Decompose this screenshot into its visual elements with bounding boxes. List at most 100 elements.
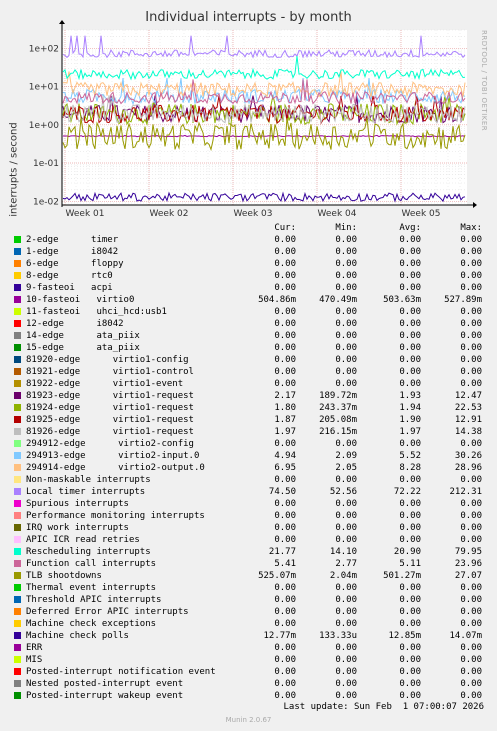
legend-min-value: 216.15m <box>319 427 357 437</box>
legend-series-name: 6-edge floppy <box>26 259 124 269</box>
legend-min-value: 0.00 <box>335 331 357 341</box>
legend-max-value: 0.00 <box>460 235 482 245</box>
legend-swatch <box>14 296 21 303</box>
legend-max-value: 0.00 <box>460 475 482 485</box>
legend-header: Cur: Min: Avg: Max: <box>0 222 497 234</box>
legend-swatch <box>14 656 21 663</box>
legend-max-value: 0.00 <box>460 307 482 317</box>
legend-min-value: 0.00 <box>335 679 357 689</box>
legend-series-name: Nested posted-interrupt event <box>26 679 184 689</box>
legend-min-value: 0.00 <box>335 259 357 269</box>
legend-row: ERR 0.00 0.00 0.00 0.00 <box>0 642 497 654</box>
legend-row: APIC ICR read retries 0.00 0.00 0.00 0.00 <box>0 534 497 546</box>
legend-series-name: 2-edge timer <box>26 235 119 245</box>
legend-cur-value: 4.94 <box>274 451 296 461</box>
legend-row: 81921-edge virtio1-control 0.00 0.00 0.00 0.… <box>0 366 497 378</box>
last-update: Last update: Sun Feb 1 07:00:07 2026 <box>283 702 484 712</box>
legend-series-name: Machine check polls <box>26 631 129 641</box>
y-tick-label: 1e+02 <box>29 44 59 54</box>
legend-max-value: 0.00 <box>460 283 482 293</box>
legend-cur-value: 6.95 <box>274 463 296 473</box>
legend-avg-value: 8.28 <box>399 463 421 473</box>
legend-series-name: Spurious interrupts <box>26 499 129 509</box>
legend-series-name: MIS <box>26 655 43 665</box>
legend-avg-value: 12.85m <box>388 631 421 641</box>
legend-min-value: 2.04m <box>329 571 357 581</box>
legend-min-value: 0.00 <box>335 355 357 365</box>
legend-min-value: 2.09 <box>335 451 357 461</box>
legend-series-name: 15-edge ata_piix <box>26 343 140 353</box>
legend-max-value: 0.00 <box>460 679 482 689</box>
legend-row: 9-fasteoi acpi 0.00 0.00 0.00 0.00 <box>0 282 497 294</box>
x-tick-label: Week 01 <box>66 209 105 219</box>
legend-min-value: 0.00 <box>335 583 357 593</box>
legend-max-value: 0.00 <box>460 607 482 617</box>
legend-avg-value: 0.00 <box>399 691 421 701</box>
y-tick-label: 1e+01 <box>29 83 59 93</box>
legend-avg-value: 0.00 <box>399 607 421 617</box>
legend-min-value: 0.00 <box>335 691 357 701</box>
legend-swatch <box>14 284 21 291</box>
legend-row: Nested posted-interrupt event 0.00 0.00 0.0… <box>0 678 497 690</box>
legend-series-name: 294914-edge virtio2-output.0 <box>26 463 205 473</box>
y-tick-label: 1e+00 <box>29 121 60 131</box>
legend-avg-value: 501.27m <box>383 571 421 581</box>
legend-series-name: Rescheduling interrupts <box>26 547 151 557</box>
legend-cur-value: 0.00 <box>274 355 296 365</box>
legend-cur-value: 74.50 <box>268 487 296 497</box>
legend-row: MIS 0.00 0.00 0.00 0.00 <box>0 654 497 666</box>
legend-series-name: TLB shootdowns <box>26 571 102 581</box>
legend-row: 294913-edge virtio2-input.0 4.94 2.09 5.52 3… <box>0 450 497 462</box>
legend-series-name: 12-edge i8042 <box>26 319 124 329</box>
legend-avg-value: 0.00 <box>399 595 421 605</box>
legend-cur-value: 525.07m <box>258 571 296 581</box>
legend-swatch <box>14 680 21 687</box>
legend-max-value: 79.95 <box>454 547 482 557</box>
legend-swatch <box>14 248 21 255</box>
legend-row: Threshold APIC interrupts 0.00 0.00 0.00 0.0… <box>0 594 497 606</box>
legend-series-name: 81921-edge virtio1-control <box>26 367 194 377</box>
legend-series-name: 81924-edge virtio1-request <box>26 403 194 413</box>
legend-swatch <box>14 236 21 243</box>
legend-avg-value: 0.00 <box>399 439 421 449</box>
legend-max-value: 0.00 <box>460 367 482 377</box>
legend-row: TLB shootdowns 525.07m 2.04m 501.27m 27.07 <box>0 570 497 582</box>
legend-max-value: 0.00 <box>460 535 482 545</box>
legend-row: Machine check exceptions 0.00 0.00 0.00 0.00 <box>0 618 497 630</box>
legend-min-value: 133.33u <box>319 631 357 641</box>
legend-series-name: 81922-edge virtio1-event <box>26 379 184 389</box>
legend-min-value: 0.00 <box>335 307 357 317</box>
legend-avg-value: 0.00 <box>399 643 421 653</box>
legend-cur-value: 0.00 <box>274 619 296 629</box>
legend-max-value: 12.47 <box>454 391 482 401</box>
legend-avg-value: 0.00 <box>399 283 421 293</box>
legend-series-name: 11-fasteoi uhci_hcd:usb1 <box>26 307 167 317</box>
legend-series-name: 1-edge i8042 <box>26 247 119 257</box>
legend-max-value: 0.00 <box>460 655 482 665</box>
legend-min-value: 243.37m <box>319 403 357 413</box>
x-axis-arrow <box>473 202 477 208</box>
legend-series-name: 8-edge rtc0 <box>26 271 113 281</box>
legend-cur-value: 0.00 <box>274 475 296 485</box>
legend-swatch <box>14 368 21 375</box>
legend-swatch <box>14 452 21 459</box>
legend-max-value: 0.00 <box>460 499 482 509</box>
legend-swatch <box>14 524 21 531</box>
legend-max-value: 0.00 <box>460 523 482 533</box>
legend-series-name: Posted-interrupt notification event <box>26 667 216 677</box>
legend-avg-value: 0.00 <box>399 667 421 677</box>
legend-max-value: 0.00 <box>460 355 482 365</box>
legend-min-value: 0.00 <box>335 499 357 509</box>
legend-row: Local timer interrupts 74.50 52.56 72.22 212… <box>0 486 497 498</box>
legend-min-value: 0.00 <box>335 283 357 293</box>
legend-max-value: 0.00 <box>460 667 482 677</box>
legend-series-name: 14-edge ata_piix <box>26 331 140 341</box>
legend-avg-value: 0.00 <box>399 331 421 341</box>
x-tick-label: Week 02 <box>150 209 189 219</box>
legend-cur-value: 0.00 <box>274 379 296 389</box>
legend-avg-value: 0.00 <box>399 475 421 485</box>
legend-row: Non-maskable interrupts 0.00 0.00 0.00 0.00 <box>0 474 497 486</box>
legend-row: 15-edge ata_piix 0.00 0.00 0.00 0.00 <box>0 342 497 354</box>
legend-max-value: 0.00 <box>460 511 482 521</box>
legend-avg-value: 0.00 <box>399 307 421 317</box>
